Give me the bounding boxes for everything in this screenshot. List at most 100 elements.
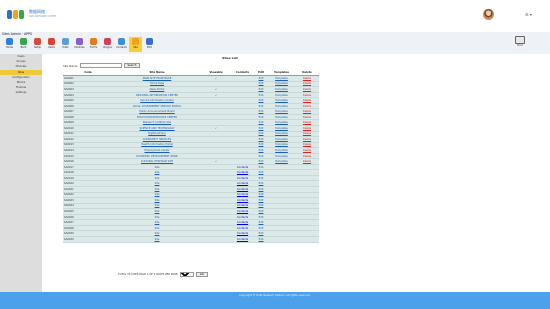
del-link[interactable]: Delete xyxy=(303,99,311,102)
del-link[interactable]: Delete xyxy=(303,132,311,135)
edit-link[interactable]: Edit xyxy=(259,94,264,97)
pages-link[interactable]: Templates xyxy=(275,127,288,130)
toolbar-home-button[interactable]: Home xyxy=(3,37,16,52)
contents-link[interactable]: Contents xyxy=(237,204,248,207)
edit-link[interactable]: Edit xyxy=(259,199,264,202)
name-link[interactable]: Home Page xyxy=(150,82,164,85)
pages-link[interactable]: Templates xyxy=(275,116,288,119)
name-link[interactable]: Site xyxy=(155,171,160,174)
contents-link[interactable]: Contents xyxy=(237,199,248,202)
del-link[interactable]: Delete xyxy=(303,138,311,141)
edit-link[interactable]: Edit xyxy=(259,160,264,163)
name-link[interactable]: SCIENCE AND TECHNOLOGY xyxy=(139,127,174,130)
contents-link[interactable]: Contents xyxy=(237,221,248,224)
name-link[interactable]: Site xyxy=(155,216,160,219)
edit-link[interactable]: Edit xyxy=(259,232,264,235)
pages-link[interactable]: Templates xyxy=(275,82,288,85)
pages-link[interactable]: Templates xyxy=(275,110,288,113)
toolbar-site-button[interactable]: Site xyxy=(129,37,142,52)
del-link[interactable]: Delete xyxy=(303,116,311,119)
edit-link[interactable]: Edit xyxy=(259,171,264,174)
edit-link[interactable]: Edit xyxy=(259,82,264,85)
contents-link[interactable]: Contents xyxy=(237,193,248,196)
edit-link[interactable]: Edit xyxy=(259,204,264,207)
name-link[interactable]: Health Information Portal xyxy=(141,143,172,146)
pages-link[interactable]: Templates xyxy=(275,160,288,163)
edit-link[interactable]: Edit xyxy=(259,177,264,180)
edit-link[interactable]: Edit xyxy=(259,116,264,119)
edit-link[interactable]: Edit xyxy=(259,138,264,141)
del-link[interactable]: Delete xyxy=(303,143,311,146)
name-link[interactable]: Research Institute Site xyxy=(143,121,171,124)
search-input[interactable] xyxy=(79,63,122,68)
pages-link[interactable]: Templates xyxy=(275,149,288,152)
edit-link[interactable]: Edit xyxy=(259,149,264,152)
name-link[interactable]: Site xyxy=(155,188,160,191)
edit-link[interactable]: Edit xyxy=(259,155,264,158)
pages-link[interactable]: Templates xyxy=(275,138,288,141)
name-link[interactable]: REGIONAL INFORMATION CENTER xyxy=(136,94,178,97)
del-link[interactable]: Delete xyxy=(303,149,311,152)
toolbar-contents-button[interactable]: Contents xyxy=(115,37,128,52)
rows-per-page-select[interactable]: 30 xyxy=(179,272,194,277)
contents-link[interactable]: Contents xyxy=(237,232,248,235)
logo[interactable]: 数据网络 DATA NETWORK SYSTEM xyxy=(7,8,56,21)
toolbar-edit-button[interactable]: Edit xyxy=(143,37,156,52)
name-link[interactable]: Site xyxy=(155,238,160,241)
del-link[interactable]: Delete xyxy=(303,160,311,163)
sidebar-item-settings[interactable]: Settings xyxy=(0,90,42,95)
del-link[interactable]: Delete xyxy=(303,110,311,113)
edit-link[interactable]: Edit xyxy=(259,121,264,124)
name-link[interactable]: Site xyxy=(155,182,160,185)
name-link[interactable]: Site xyxy=(155,204,160,207)
toolbar-modules-button[interactable]: Modules xyxy=(73,37,86,52)
name-link[interactable]: EDUCATION RESOURCE CENTER xyxy=(137,116,177,119)
del-link[interactable]: Delete xyxy=(303,127,311,130)
avatar[interactable] xyxy=(483,9,494,20)
toolbar-plugins-button[interactable]: Plugins xyxy=(101,37,114,52)
toolbar-forms-button[interactable]: Forms xyxy=(87,37,100,52)
edit-link[interactable]: Edit xyxy=(259,88,264,91)
edit-link[interactable]: Edit xyxy=(259,227,264,230)
del-link[interactable]: Delete xyxy=(303,121,311,124)
name-link[interactable]: Service Information Center xyxy=(140,99,174,102)
edit-link[interactable]: Edit xyxy=(259,132,264,135)
edit-link[interactable]: Edit xyxy=(259,216,264,219)
name-link[interactable]: Site xyxy=(155,210,160,213)
pages-link[interactable]: Templates xyxy=(275,94,288,97)
edit-link[interactable]: Edit xyxy=(259,127,264,130)
name-link[interactable]: Public Announcement Board xyxy=(139,110,174,113)
contents-link[interactable]: Contents xyxy=(237,227,248,230)
go-button[interactable]: GO xyxy=(195,272,208,277)
pages-link[interactable]: Templates xyxy=(275,77,288,80)
edit-link[interactable]: Edit xyxy=(259,182,264,185)
contents-link[interactable]: Contents xyxy=(237,210,248,213)
del-link[interactable]: Delete xyxy=(303,88,311,91)
del-link[interactable]: Delete xyxy=(303,155,311,158)
pages-link[interactable]: Templates xyxy=(275,155,288,158)
name-link[interactable]: Site xyxy=(155,193,160,196)
name-link[interactable]: Employment Center xyxy=(144,149,169,152)
name-link[interactable]: Digital Library xyxy=(148,132,166,135)
pages-link[interactable]: Templates xyxy=(275,132,288,135)
toolbar-back-button[interactable]: Back xyxy=(17,37,30,52)
pages-link[interactable]: Templates xyxy=(275,121,288,124)
name-link[interactable]: Site xyxy=(155,166,160,169)
contents-link[interactable]: Contents xyxy=(237,182,248,185)
name-link[interactable]: Site xyxy=(155,232,160,235)
del-link[interactable]: Delete xyxy=(303,105,311,108)
name-link[interactable]: LOCAL GOVERNMENT SERVICE PORTAL xyxy=(133,105,181,108)
name-link[interactable]: ECONOMIC DEVELOPMENT ZONE xyxy=(136,155,177,158)
name-link[interactable]: Site xyxy=(155,177,160,180)
del-link[interactable]: Delete xyxy=(303,82,311,85)
edit-link[interactable]: Edit xyxy=(259,143,264,146)
contents-link[interactable]: Contents xyxy=(237,177,248,180)
name-link[interactable]: COMMUNITY SERVICES xyxy=(143,138,171,141)
edit-link[interactable]: Edit xyxy=(259,166,264,169)
toolbar-users-button[interactable]: Users xyxy=(45,37,58,52)
edit-link[interactable]: Edit xyxy=(259,221,264,224)
pages-link[interactable]: Templates xyxy=(275,143,288,146)
toolbar-prefs-button[interactable]: Prefs xyxy=(59,37,72,52)
contents-link[interactable]: Contents xyxy=(237,238,248,241)
name-link[interactable]: Site xyxy=(155,221,160,224)
